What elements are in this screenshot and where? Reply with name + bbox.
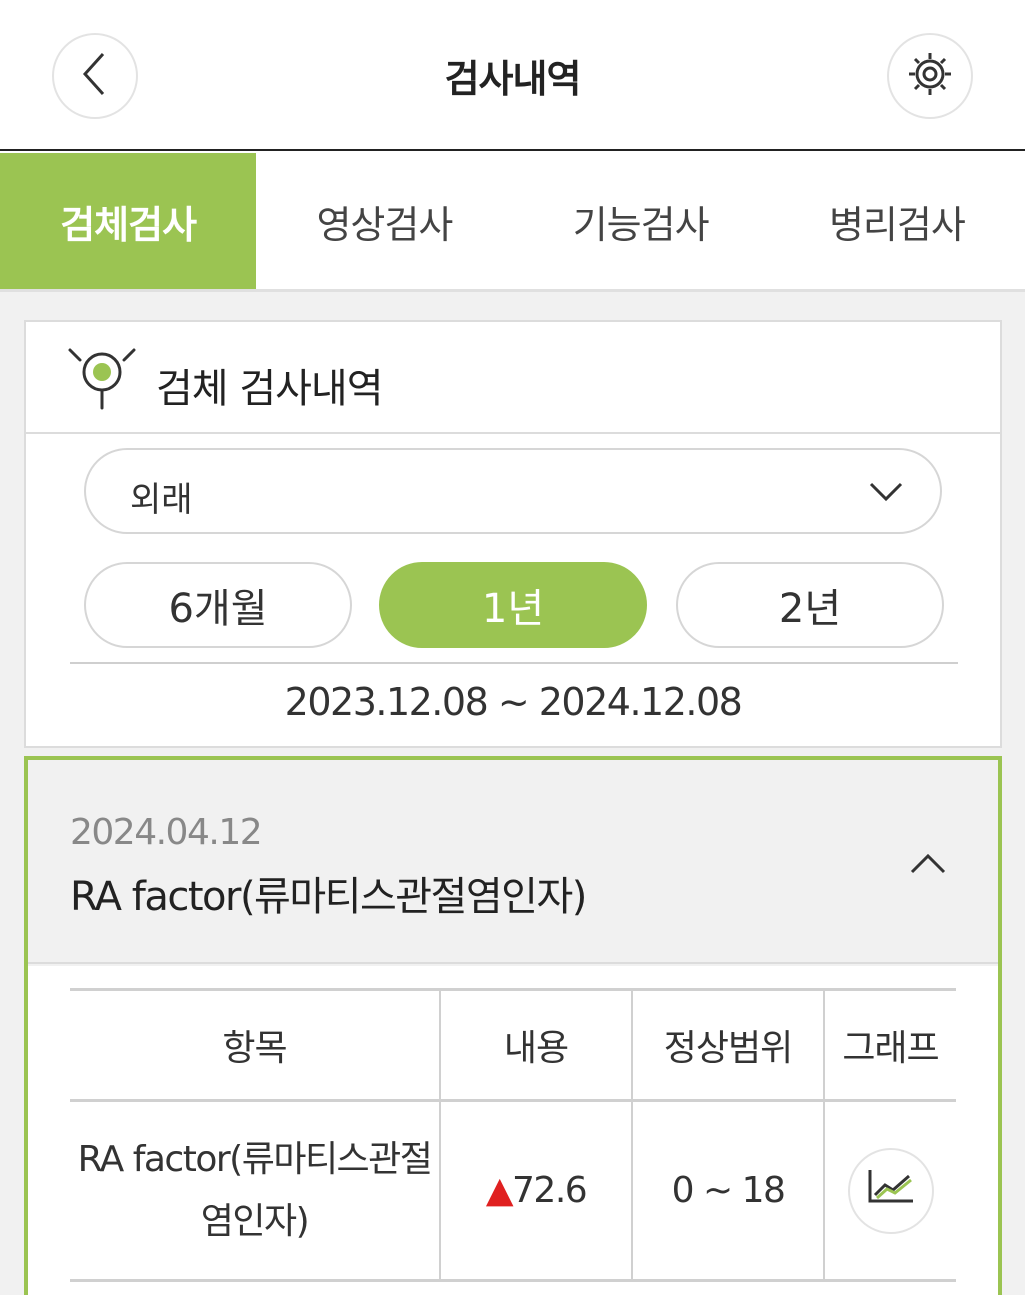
result-date: 2024.04.12 <box>70 812 263 853</box>
high-flag-icon: ▲ <box>485 1170 514 1211</box>
period-2-years-button[interactable]: 2년 <box>676 562 944 648</box>
gear-icon <box>906 50 954 102</box>
period-6-months-button[interactable]: 6개월 <box>84 562 352 648</box>
result-value: 72.6 <box>512 1170 588 1211</box>
date-range: 2023.12.08 ~ 2024.12.08 <box>284 680 743 724</box>
filter-card-header: 검체 검사내역 <box>26 322 1000 434</box>
chevron-down-icon <box>868 478 904 510</box>
filter-card-title: 검체 검사내역 <box>156 366 384 412</box>
filter-card: 검체 검사내역 외래 6개월 1년 2년 2023.12.08 ~ 2024.1… <box>24 320 1002 748</box>
normal-range-cell: 0 ~ 18 <box>631 1099 824 1282</box>
column-header-graph: 그래프 <box>823 988 956 1102</box>
results-table: 항목 내용 정상범위 그래프 RA factor(류마티스관절염인자) ▲72.… <box>70 988 956 1282</box>
divider <box>70 662 958 664</box>
settings-button[interactable] <box>887 33 973 119</box>
specimen-icon <box>66 346 138 416</box>
item-name-cell: RA factor(류마티스관절염인자) <box>70 1099 440 1282</box>
tab-imaging[interactable]: 영상검사 <box>256 153 512 289</box>
visit-type-dropdown[interactable]: 외래 <box>84 448 942 534</box>
graph-cell <box>823 1099 956 1282</box>
result-card-header[interactable]: 2024.04.12 RA factor(류마티스관절염인자) <box>28 760 998 964</box>
result-card-body: 항목 내용 정상범위 그래프 RA factor(류마티스관절염인자) ▲72.… <box>28 966 998 1295</box>
tab-pathology[interactable]: 병리검사 <box>769 153 1025 289</box>
column-header-value: 내용 <box>439 988 632 1102</box>
table-row: RA factor(류마티스관절염인자) ▲72.6 0 ~ 18 <box>70 1099 956 1282</box>
column-header-item: 항목 <box>70 988 440 1102</box>
period-1-year-button[interactable]: 1년 <box>379 562 647 648</box>
value-cell: ▲72.6 <box>439 1099 632 1282</box>
column-header-range: 정상범위 <box>631 988 824 1102</box>
page-title: 검사내역 <box>444 57 582 101</box>
chevron-up-icon[interactable] <box>908 850 948 882</box>
result-name: RA factor(류마티스관절염인자) <box>70 874 587 920</box>
dropdown-selected-value: 외래 <box>130 480 193 520</box>
line-chart-icon <box>867 1168 915 1213</box>
tab-function[interactable]: 기능검사 <box>513 153 769 289</box>
graph-button[interactable] <box>847 1147 934 1234</box>
table-header-row: 항목 내용 정상범위 그래프 <box>70 988 956 1102</box>
exam-type-tabs: 검체검사 영상검사 기능검사 병리검사 <box>0 153 1025 292</box>
tab-specimen[interactable]: 검체검사 <box>0 153 257 289</box>
app-header: 검사내역 <box>0 0 1025 151</box>
result-card: 2024.04.12 RA factor(류마티스관절염인자) 항목 내용 정상… <box>24 756 1002 1295</box>
